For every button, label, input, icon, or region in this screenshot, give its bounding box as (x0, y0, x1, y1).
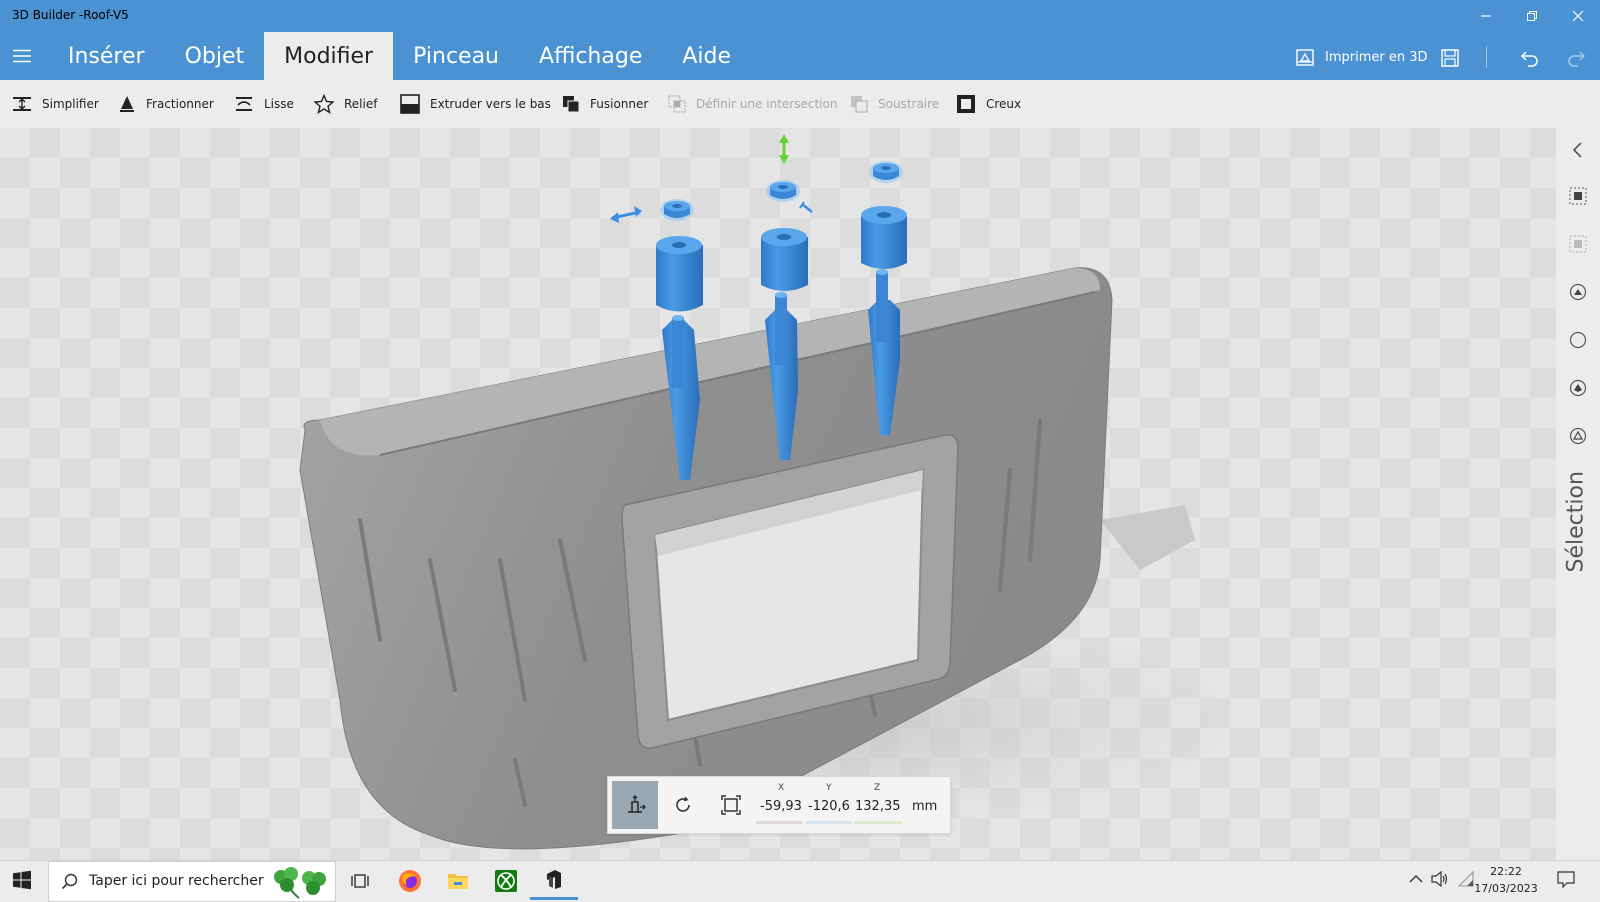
y-axis-bar (806, 821, 852, 824)
select-faces-icon[interactable] (1566, 376, 1590, 400)
split-label: Fractionner (146, 97, 214, 111)
star-icon (314, 94, 334, 114)
simplify-label: Simplifier (42, 97, 99, 111)
close-button[interactable] (1564, 4, 1592, 28)
save-icon[interactable] (1436, 44, 1464, 72)
undo-icon[interactable] (1516, 44, 1544, 72)
unit-selector[interactable]: mm (912, 799, 937, 814)
split-button[interactable]: Fractionner (118, 92, 214, 116)
roof-lip (1100, 505, 1195, 570)
search-icon (61, 873, 78, 890)
merge-icon (563, 96, 580, 113)
print-3d-button[interactable]: Imprimer en 3D (1295, 44, 1428, 70)
tab-affichage[interactable]: Affichage (519, 32, 662, 80)
task-view-icon[interactable] (336, 861, 384, 900)
file-explorer-icon[interactable] (434, 861, 482, 900)
print-3d-label: Imprimer en 3D (1325, 49, 1428, 65)
simplify-icon (13, 97, 31, 111)
volume-icon[interactable] (1430, 866, 1450, 892)
rotate-tool-button[interactable] (660, 781, 706, 829)
scale-tool-button[interactable] (708, 781, 754, 829)
tab-objet[interactable]: Objet (165, 32, 265, 80)
collapse-chevron-icon[interactable] (1566, 138, 1590, 162)
move-tool-button[interactable] (612, 781, 658, 829)
intersect-button[interactable]: Définir une intersection (668, 92, 837, 116)
printer-3d-icon (1296, 49, 1314, 66)
emboss-label: Relief (344, 97, 378, 111)
selection-label: Sélection (1563, 471, 1589, 573)
3d-viewport[interactable] (0, 128, 1556, 860)
top-divider (1486, 46, 1487, 68)
tray-chevron-up-icon[interactable] (1406, 866, 1426, 892)
clock-date: 17/03/2023 (1474, 882, 1538, 895)
y-value[interactable]: -120,6 (808, 799, 850, 814)
3d-builder-taskbar-icon[interactable] (530, 861, 578, 900)
subtract-button[interactable]: Soustraire (850, 92, 939, 116)
firefox-icon[interactable] (386, 861, 434, 900)
select-circle-icon[interactable] (1566, 328, 1590, 352)
tab-aide[interactable]: Aide (662, 32, 751, 80)
rotate-icon (676, 796, 690, 812)
extrude-down-button[interactable]: Extruder vers le bas (400, 92, 551, 116)
hollow-button[interactable]: Creux (956, 92, 1021, 116)
intersect-label: Définir une intersection (696, 97, 838, 111)
extrude-down-icon (400, 94, 420, 114)
scale-icon (721, 795, 741, 815)
scene-drawing (299, 134, 1240, 850)
smooth-label: Lisse (264, 97, 294, 111)
select-all-icon[interactable] (1566, 184, 1590, 208)
split-icon (120, 96, 134, 112)
search-placeholder: Taper ici pour rechercher (89, 873, 264, 889)
select-objects-icon[interactable] (1566, 280, 1590, 304)
notifications-icon[interactable] (1556, 866, 1576, 892)
minimize-button[interactable] (1472, 4, 1500, 28)
emboss-button[interactable]: Relief (314, 92, 377, 116)
restore-button[interactable] (1518, 4, 1546, 28)
extrude-down-label: Extruder vers le bas (430, 97, 551, 111)
redo-icon[interactable] (1562, 44, 1590, 72)
subtract-label: Soustraire (878, 97, 940, 111)
hamburger-menu-icon[interactable] (10, 44, 34, 68)
tab-pinceau[interactable]: Pinceau (393, 32, 519, 80)
xbox-icon[interactable] (482, 861, 530, 900)
tab-modifier[interactable]: Modifier (264, 32, 394, 80)
x-axis-bar (756, 821, 802, 824)
transform-widget: X -59,93 Y -120,6 Z 132,35 mm (607, 776, 951, 834)
window-title: 3D Builder -Roof-V5 (12, 8, 129, 22)
x-axis-label: X (778, 783, 785, 793)
z-axis-bar (854, 821, 902, 824)
move-icon (628, 795, 646, 813)
windows-start-icon[interactable] (12, 870, 36, 892)
z-value[interactable]: 132,35 (855, 799, 901, 814)
intersect-icon (668, 95, 686, 113)
clover-icon (274, 867, 326, 899)
ribbon-tabs: Insérer Objet Modifier Pinceau Affichage… (48, 32, 751, 80)
tab-inserer[interactable]: Insérer (48, 32, 165, 80)
z-axis-label: Z (874, 783, 881, 793)
smooth-icon (236, 97, 252, 111)
deselect-icon[interactable] (1566, 232, 1590, 256)
taskbar-clock[interactable]: 22:22 17/03/2023 (1466, 863, 1546, 897)
move-gizmo[interactable] (610, 134, 813, 223)
smooth-button[interactable]: Lisse (234, 92, 294, 116)
subtract-icon (851, 96, 868, 113)
simplify-button[interactable]: Simplifier (12, 92, 99, 116)
merge-button[interactable]: Fusionner (562, 92, 648, 116)
y-axis-label: Y (826, 783, 832, 793)
x-value[interactable]: -59,93 (760, 799, 802, 814)
select-triangle-icon[interactable] (1566, 424, 1590, 448)
hollow-icon (957, 95, 975, 113)
merge-label: Fusionner (590, 97, 649, 111)
taskbar-search-box[interactable]: Taper ici pour rechercher (48, 861, 336, 902)
hollow-label: Creux (986, 97, 1022, 111)
clock-time: 22:22 (1490, 865, 1522, 878)
